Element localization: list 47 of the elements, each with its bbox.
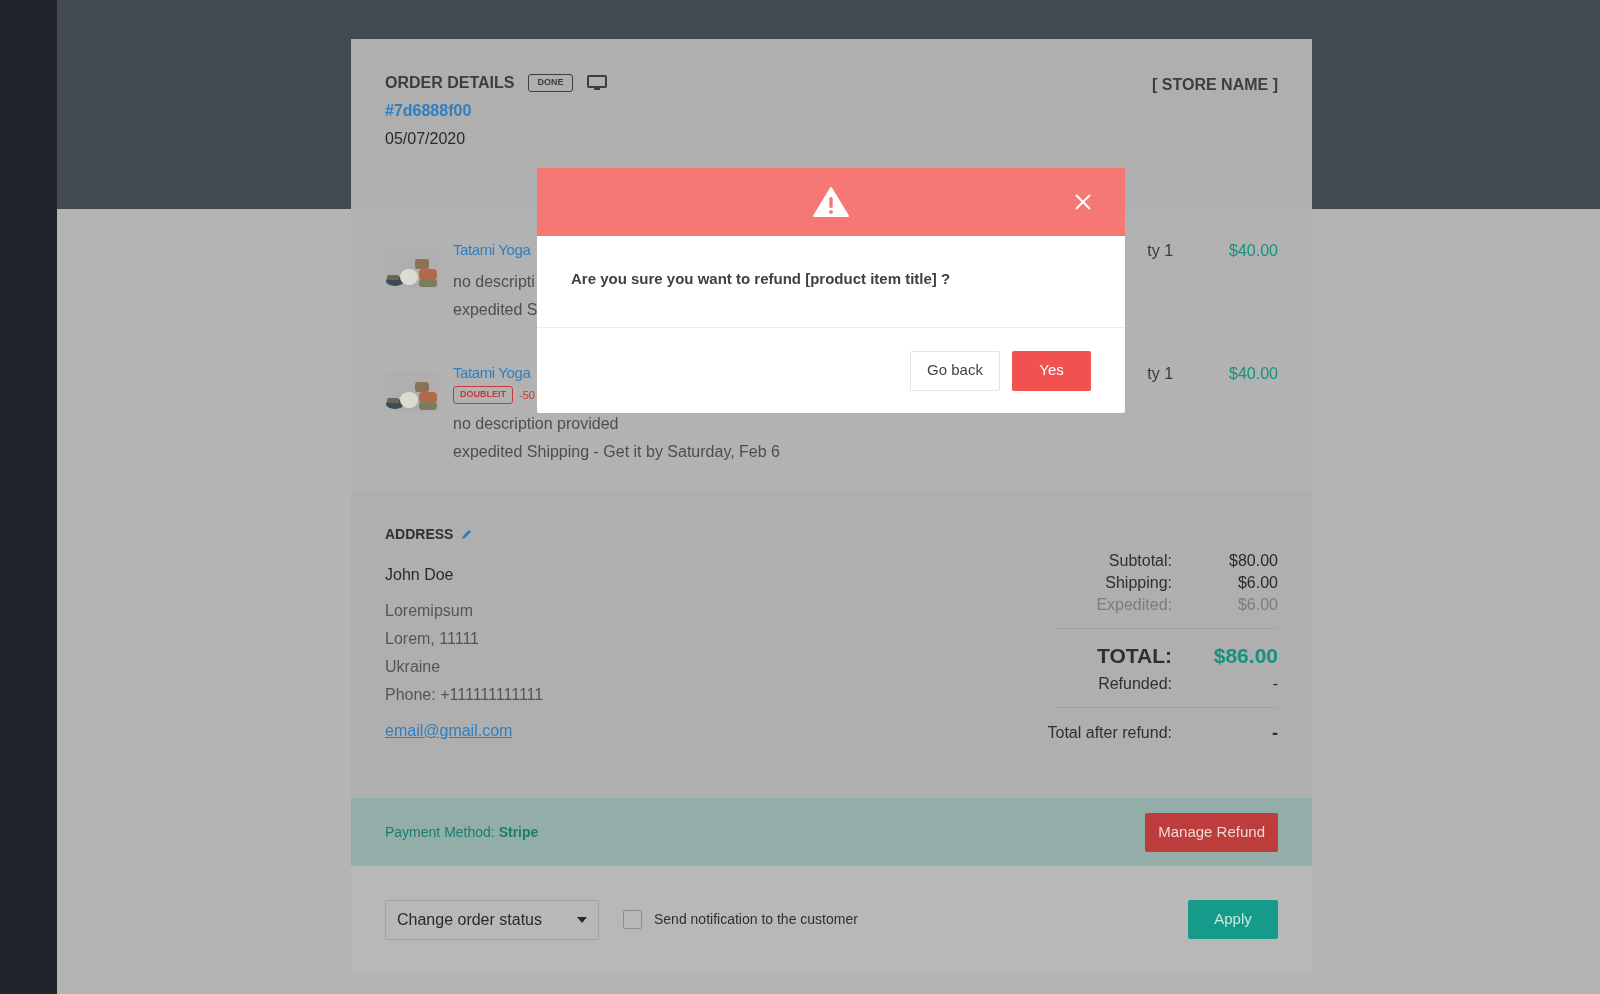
- pencil-icon[interactable]: [461, 528, 474, 540]
- address-line: Loremipsum: [385, 600, 475, 621]
- quantity: ty 1: [1147, 241, 1174, 261]
- go-back-button[interactable]: Go back: [910, 350, 1000, 391]
- product-title[interactable]: Tatami Yoga: [453, 361, 531, 384]
- yes-button[interactable]: Yes: [1012, 350, 1091, 391]
- summary-label: Refunded:: [1097, 673, 1172, 694]
- product-title[interactable]: Tatami Yoga: [453, 239, 531, 262]
- store-name: [ STORE NAME ]: [1152, 75, 1278, 95]
- summary-label: Shipping:: [1104, 572, 1172, 593]
- product-description: no description provided: [453, 413, 620, 434]
- dialog-message: Are you sure you want to refund [product item title] ?: [571, 269, 951, 290]
- summary-value: $86.00: [1213, 642, 1278, 669]
- quantity: ty 1: [1147, 363, 1174, 384]
- address-heading: ADDRESS: [385, 524, 454, 544]
- order-id: #7d6888f00: [385, 101, 473, 121]
- monitor-icon: [586, 75, 607, 91]
- discount-badge: DOUBLEIT: [453, 386, 513, 404]
- manage-refund-button[interactable]: Manage Refund: [1145, 812, 1278, 852]
- address-line: Ukraine: [385, 656, 442, 677]
- product-description: no descripti: [453, 271, 536, 292]
- email-link[interactable]: email@gmail.com: [385, 718, 544, 743]
- address-line: Lorem, 11111: [385, 628, 480, 649]
- notify-checkbox[interactable]: [623, 910, 642, 929]
- summary-value: $80.00: [1229, 550, 1278, 571]
- item-price: $40.00: [1229, 363, 1278, 384]
- shipping-info: expedited Shipping - Get it by Saturday, Feb 6: [453, 441, 780, 462]
- shipping-info: expedited S: [453, 299, 538, 320]
- summary-value: -: [1272, 673, 1278, 694]
- payment-method: Payment Method: Stripe: [385, 822, 539, 842]
- summary-value: $6.00: [1237, 572, 1278, 593]
- notify-label: Send notification to the customer: [654, 910, 858, 929]
- address-line: Phone: +111111111111: [385, 684, 544, 705]
- discount-amount: -50: [519, 387, 535, 403]
- caret-icon: [577, 916, 587, 923]
- order-date: 05/07/2020: [385, 129, 467, 149]
- warning-icon: [813, 187, 849, 217]
- summary-value: -: [1272, 721, 1278, 744]
- summary-label: Subtotal:: [1107, 550, 1172, 571]
- item-price: $40.00: [1229, 241, 1278, 261]
- status-badge: DONE: [528, 74, 573, 92]
- order-title: ORDER DETAILS: [385, 73, 515, 93]
- status-select[interactable]: Change order status: [385, 899, 599, 940]
- summary-label: TOTAL:: [1095, 642, 1172, 669]
- apply-button[interactable]: Apply: [1188, 900, 1278, 939]
- customer-name: John Doe: [385, 564, 455, 585]
- close-icon[interactable]: [1075, 194, 1091, 210]
